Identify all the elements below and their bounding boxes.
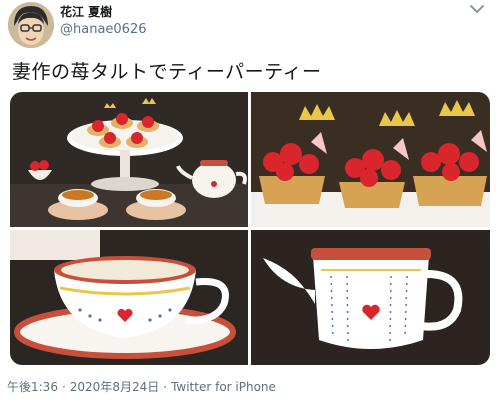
photo-teacup[interactable]	[10, 230, 248, 365]
tweet-time[interactable]: 午後1:36	[7, 380, 58, 394]
photo-strawberry-tarts[interactable]	[251, 92, 490, 227]
tweet-text: 妻作の苺タルトでティーパーティー	[12, 61, 322, 83]
tweet-date[interactable]: 2020年8月24日	[70, 380, 159, 394]
display-name[interactable]: 花江 夏樹	[60, 3, 112, 20]
chevron-down-icon[interactable]	[462, 0, 492, 22]
user-handle: @hanae0626	[60, 22, 147, 37]
meta-separator: ·	[61, 380, 66, 394]
tweet-meta: 午後1:36 · 2020年8月24日 · Twitter for iPhone	[7, 378, 276, 395]
photo-tart-stand[interactable]	[10, 92, 248, 227]
avatar[interactable]	[8, 2, 54, 48]
media-grid	[10, 92, 490, 365]
cartoon-face-avatar-icon	[8, 2, 54, 48]
meta-separator: ·	[163, 380, 168, 394]
photo-teapot[interactable]	[251, 230, 490, 365]
tweet-source[interactable]: Twitter for iPhone	[171, 380, 276, 394]
